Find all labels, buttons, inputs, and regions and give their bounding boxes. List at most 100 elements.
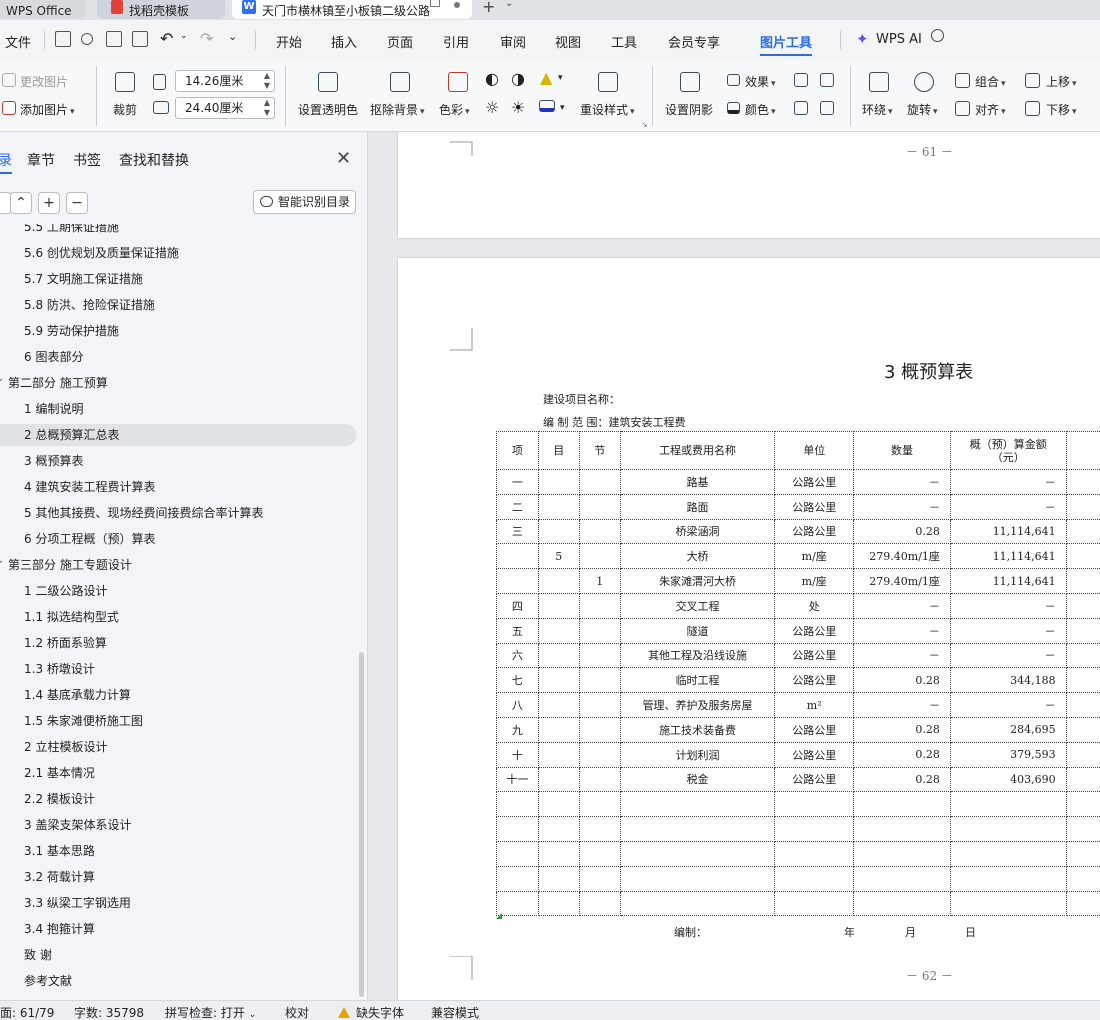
table-row[interactable]: 六其他工程及沿线设施 公路公里－－: [496, 642, 1100, 669]
dialog-launcher-icon[interactable]: ↘: [641, 120, 648, 129]
menu-review[interactable]: 审阅: [500, 32, 526, 51]
brightness-down-icon[interactable]: ☀: [511, 98, 525, 117]
toc-item[interactable]: 参考文献: [0, 970, 356, 992]
toc-item[interactable]: 1.3 桥墩设计: [0, 658, 356, 680]
move-up-button[interactable]: 上移 ▾: [1046, 73, 1077, 90]
menu-references[interactable]: 引用: [443, 32, 469, 51]
promote-level-icon[interactable]: ⌃: [10, 192, 32, 214]
toc-item[interactable]: 5.5 工期保证措施: [0, 224, 356, 238]
align-left-icon[interactable]: [794, 101, 808, 115]
toc-item[interactable]: 3.3 纵梁工字钢选用: [0, 892, 356, 914]
menu-insert[interactable]: 插入: [331, 32, 357, 51]
toc-expand-chevron-icon[interactable]: ⌄: [0, 550, 4, 572]
menu-member[interactable]: 会员专享: [668, 32, 720, 51]
table-row[interactable]: 十一 税金 公路公里 0.28 403,690: [496, 766, 1100, 793]
move-down-button[interactable]: 下移 ▾: [1046, 101, 1077, 118]
table-row[interactable]: 十 计划利润 公路公里 0.28 379,593: [496, 741, 1100, 768]
toc-scrollbar[interactable]: [359, 652, 364, 997]
menu-home[interactable]: 开始: [276, 32, 302, 51]
toc-item[interactable]: 5.7 文明施工保证措施: [0, 268, 356, 290]
bring-forward-icon[interactable]: [794, 73, 808, 87]
toc-expand-chevron-icon[interactable]: ⌄: [0, 368, 4, 390]
tab-bookmark[interactable]: 书签: [73, 150, 101, 170]
table-row[interactable]: 五隧道 公路公里－－: [496, 617, 1100, 644]
rotate-button[interactable]: 旋转 ▾: [907, 101, 938, 118]
brightness-up-icon[interactable]: ☼: [485, 98, 499, 117]
table-row[interactable]: [496, 791, 1100, 818]
toc-item[interactable]: 6 分项工程概（预）算表: [0, 528, 356, 550]
proofread-button[interactable]: 校对: [285, 1004, 309, 1020]
table-row[interactable]: 四交叉工程处－－: [496, 592, 1100, 619]
save-icon[interactable]: [55, 31, 71, 47]
border-color-icon[interactable]: [539, 100, 555, 112]
toc-item[interactable]: 5.6 创优规划及质量保证措施: [0, 242, 356, 264]
print-icon[interactable]: [106, 31, 122, 47]
group-button[interactable]: 组合 ▾: [975, 73, 1006, 90]
change-image-button[interactable]: 更改图片: [20, 73, 68, 90]
table-row[interactable]: 一路基 公路公里－－: [496, 469, 1100, 495]
unsaved-dot-icon[interactable]: [454, 2, 460, 8]
missing-font-button[interactable]: 缺失字体: [338, 1004, 404, 1020]
menu-view[interactable]: 视图: [555, 32, 581, 51]
table-row[interactable]: 八管理、养护及服务房屋 m² －－: [496, 692, 1100, 718]
redo-icon[interactable]: ↷: [200, 29, 213, 48]
toc-item[interactable]: 1.1 拟选结构型式: [0, 606, 356, 628]
print-preview-icon[interactable]: [132, 31, 148, 47]
tab-chapter[interactable]: 章节: [27, 150, 55, 170]
send-backward-icon[interactable]: [820, 73, 834, 87]
toc-item[interactable]: 3 概预算表: [0, 450, 356, 472]
ai-toc-button[interactable]: 智能识别目录: [253, 190, 356, 214]
undo-icon[interactable]: ↶: [160, 29, 173, 48]
toc-item[interactable]: ⌄ 第二部分 施工预算: [0, 372, 356, 394]
height-input[interactable]: 24.40厘米 ▲ ▼: [175, 97, 275, 119]
fill-color-button[interactable]: 颜色 ▾: [745, 101, 776, 118]
toc-item[interactable]: 3.4 抱箍计算: [0, 918, 356, 940]
table-row[interactable]: [496, 890, 1100, 917]
remove-heading-icon[interactable]: −: [66, 192, 88, 214]
tab-template[interactable]: 找稻壳模板: [97, 0, 225, 19]
highlight-icon[interactable]: ▲: [540, 68, 552, 87]
word-count[interactable]: 字数: 35798: [74, 1004, 144, 1020]
remove-background-button[interactable]: 抠除背景 ▾: [370, 101, 425, 118]
undo-dropdown-icon[interactable]: ⌄: [180, 31, 188, 41]
table-row[interactable]: 九 施工技术装备费 公路公里 0.28 284,695: [496, 716, 1100, 743]
tab-window-icon[interactable]: [430, 0, 440, 7]
tab-wps-office[interactable]: WPS Office: [0, 0, 86, 19]
toc-item[interactable]: 3.1 基本思路: [0, 840, 356, 862]
table-row[interactable]: 七 临时工程 公路公里 0.28 344,188: [496, 667, 1100, 694]
tab-document[interactable]: W 天门市横林镇至小板镇二级公路: [232, 0, 472, 19]
tab-toc[interactable]: 录: [0, 150, 12, 170]
toc-item[interactable]: 6 图表部分: [0, 346, 356, 368]
toc-item[interactable]: 5.9 劳动保护措施: [0, 320, 356, 342]
crop-button[interactable]: 裁剪: [113, 101, 137, 118]
contrast-down-icon[interactable]: ◑: [511, 69, 525, 88]
contrast-up-icon[interactable]: ◐: [485, 69, 499, 88]
add-image-button[interactable]: 添加图片 ▾: [20, 101, 75, 118]
toc-item[interactable]: 5 其他其接费、现场经费间接费综合率计算表: [0, 502, 356, 524]
toc-item[interactable]: 3 盖梁支架体系设计: [0, 814, 356, 836]
align-right-icon[interactable]: [820, 101, 834, 115]
reset-style-button[interactable]: 重设样式 ▾: [580, 101, 635, 118]
border-dropdown-icon[interactable]: ▾: [560, 103, 565, 113]
set-transparent-button[interactable]: 设置透明色: [298, 101, 358, 118]
width-input[interactable]: 14.26厘米 ▲ ▼: [175, 70, 275, 92]
wps-ai-logo-icon[interactable]: ✦: [856, 30, 869, 48]
toc-item[interactable]: 1 编制说明: [0, 398, 356, 420]
highlight-dropdown-icon[interactable]: ▾: [558, 73, 563, 83]
tab-find-replace[interactable]: 查找和替换: [119, 150, 189, 170]
effects-button[interactable]: 效果 ▾: [745, 73, 776, 90]
menu-page[interactable]: 页面: [387, 32, 413, 51]
color-button[interactable]: 色彩 ▾: [439, 101, 470, 118]
toc-item[interactable]: ⌄ 第三部分 施工专题设计: [0, 554, 356, 576]
toc-item[interactable]: 1 二级公路设计: [0, 580, 356, 602]
table-row[interactable]: 5 大桥 m/座 279.40m/1座 11,114,641: [496, 543, 1100, 570]
toc-item[interactable]: 4 建筑安装工程费计算表: [0, 476, 356, 498]
table-row[interactable]: [496, 840, 1100, 867]
menu-file[interactable]: 文件: [5, 32, 31, 51]
table-row[interactable]: 1 朱家滩渭河大桥 m/座 279.40m/1座 11,114,641: [496, 568, 1100, 594]
spellcheck-toggle[interactable]: 拼写检查: 打开 ⌄: [165, 1004, 256, 1020]
more-chevron-icon[interactable]: ⌄: [228, 30, 237, 43]
align-button[interactable]: 对齐 ▾: [975, 101, 1006, 118]
set-shadow-button[interactable]: 设置阴影: [665, 101, 713, 118]
toc-item[interactable]: 2 立柱模板设计: [0, 736, 356, 758]
